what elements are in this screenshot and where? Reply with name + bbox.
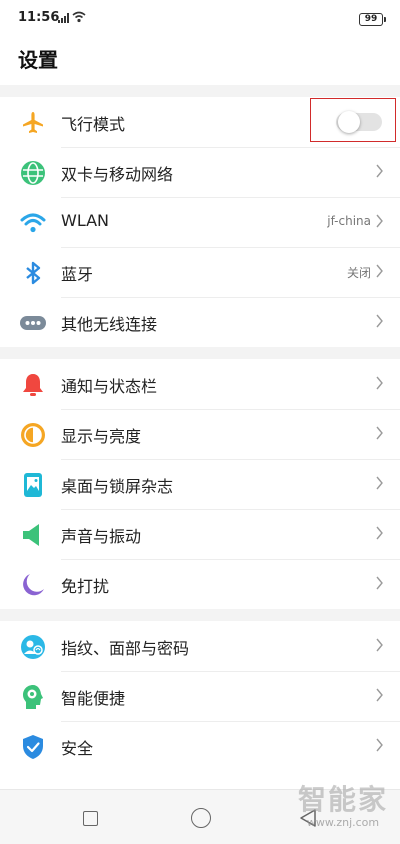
brightness-icon	[21, 423, 45, 447]
setting-wlan[interactable]: WLAN jf-china	[0, 197, 400, 247]
speaker-icon	[23, 524, 39, 546]
setting-label: 指纹、面部与密码	[61, 639, 190, 658]
wlan-network-name: jf-china	[327, 214, 371, 228]
more-dots-icon	[20, 316, 46, 330]
chevron-right-icon	[376, 688, 383, 702]
status-bar: 11:56 99	[0, 0, 400, 36]
setting-label: 智能便捷	[61, 689, 126, 708]
setting-label: 安全	[61, 739, 94, 758]
section-gap	[0, 609, 400, 621]
recent-apps-button[interactable]	[83, 811, 98, 826]
chevron-right-icon	[376, 526, 383, 540]
watermark: 智能家 www.znj.com	[290, 784, 396, 834]
chevron-right-icon	[376, 264, 383, 278]
watermark-logo-text: 智能家	[297, 783, 388, 816]
status-time: 11:56	[18, 10, 60, 25]
section-gap	[0, 347, 400, 359]
setting-label: 免打扰	[61, 577, 110, 596]
signal-icon	[58, 13, 69, 23]
watermark-url: www.znj.com	[306, 816, 380, 829]
chevron-right-icon	[376, 638, 383, 652]
annotation-highlight-box	[310, 98, 396, 142]
settings-group-security: 指纹、面部与密码 智能便捷 安全	[0, 621, 400, 771]
settings-group-display: 通知与状态栏 显示与亮度 桌面与锁屏杂志 声音与振动 免打扰	[0, 359, 400, 609]
wifi-icon	[20, 213, 46, 233]
chevron-right-icon	[376, 376, 383, 390]
battery-icon: 99	[359, 13, 386, 26]
setting-label: 双卡与移动网络	[61, 165, 174, 184]
chevron-right-icon	[376, 576, 383, 590]
home-button[interactable]	[191, 808, 211, 828]
chevron-right-icon	[376, 314, 383, 328]
setting-label: 其他无线连接	[61, 315, 158, 334]
setting-label: 蓝牙	[61, 265, 94, 284]
bluetooth-icon	[26, 261, 41, 285]
setting-display-brightness[interactable]: 显示与亮度	[0, 409, 400, 459]
setting-other-wireless[interactable]: 其他无线连接	[0, 297, 400, 347]
setting-wallpaper-magazine[interactable]: 桌面与锁屏杂志	[0, 459, 400, 509]
setting-label: WLAN	[61, 211, 110, 230]
setting-dual-sim[interactable]: 双卡与移动网络	[0, 147, 400, 197]
setting-label: 显示与亮度	[61, 427, 142, 446]
shield-icon	[23, 735, 43, 759]
chevron-right-icon	[376, 738, 383, 752]
smart-head-icon	[23, 685, 43, 709]
section-gap	[0, 85, 400, 97]
chevron-right-icon	[376, 426, 383, 440]
setting-label: 桌面与锁屏杂志	[61, 477, 174, 496]
airplane-icon	[23, 112, 43, 133]
fingerprint-face-icon	[21, 635, 45, 659]
bell-icon	[23, 374, 43, 396]
setting-notifications[interactable]: 通知与状态栏	[0, 359, 400, 409]
setting-sound-vibration[interactable]: 声音与振动	[0, 509, 400, 559]
setting-do-not-disturb[interactable]: 免打扰	[0, 559, 400, 609]
setting-fingerprint-face-password[interactable]: 指纹、面部与密码	[0, 621, 400, 671]
chevron-right-icon	[376, 214, 383, 228]
bluetooth-status: 关闭	[346, 266, 371, 280]
setting-label: 飞行模式	[61, 115, 126, 134]
setting-smart-convenience[interactable]: 智能便捷	[0, 671, 400, 721]
globe-icon	[21, 161, 45, 185]
setting-label: 声音与振动	[61, 527, 142, 546]
moon-icon	[23, 574, 44, 596]
page-title: 设置	[18, 48, 58, 72]
setting-security[interactable]: 安全	[0, 721, 400, 771]
chevron-right-icon	[376, 164, 383, 178]
status-wifi-icon	[72, 11, 86, 23]
setting-bluetooth[interactable]: 蓝牙 关闭	[0, 247, 400, 297]
setting-label: 通知与状态栏	[61, 377, 158, 396]
chevron-right-icon	[376, 476, 383, 490]
wallpaper-icon	[24, 473, 42, 497]
